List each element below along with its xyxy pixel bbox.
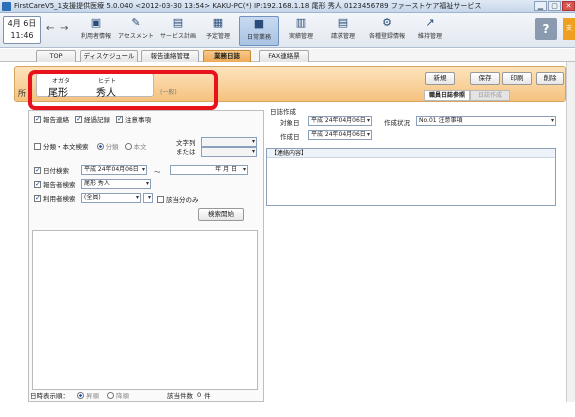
text-select-2[interactable] (201, 147, 257, 157)
back-arrow-icon[interactable]: ← (46, 23, 54, 34)
date-search-checkbox[interactable] (34, 166, 41, 174)
footer-bar: 日時表示順： 昇順 降順 該当件数 0 件 (30, 390, 264, 400)
toolbar-billing[interactable]: ▤ 請求管理 (323, 16, 363, 40)
radio-desc[interactable] (107, 391, 114, 399)
help-button[interactable]: ? (535, 18, 557, 40)
contact-content-header: 【連絡内容】 (267, 149, 555, 158)
date-to-select[interactable]: 年 月 日 (170, 165, 248, 175)
window-title: FirstCareV5_1支援提供医療 5.0.040 <2012-03-30 … (14, 2, 482, 10)
tab-staff-diary-ref[interactable]: 職員日誌参照 (424, 90, 470, 101)
save-button[interactable]: 保存 (470, 72, 500, 85)
clock-display: 4月 6日 11:46 (3, 16, 41, 44)
created-date-label: 作成日 (280, 133, 300, 141)
daily-work-icon: ■ (253, 17, 265, 30)
radio-split[interactable] (96, 142, 104, 150)
pencil-icon: ✎ (131, 16, 141, 29)
minimize-button[interactable]: ▁ (534, 1, 547, 11)
clock-date: 4月 6日 (7, 19, 37, 28)
target-date-select[interactable]: 平成 24年04月06日 (308, 116, 372, 126)
toolbar-registration[interactable]: ⚙ 各種登録情報 (367, 16, 407, 40)
app-icon (2, 1, 11, 11)
tab-bar: TOP ディスケジュール 報告連絡管理 業務日誌 FAX連絡票 (0, 49, 575, 62)
tab-fax[interactable]: FAX連絡票 (259, 50, 309, 62)
side-corner-tab[interactable]: 支 (563, 18, 575, 40)
print-button[interactable]: 印刷 (502, 72, 532, 85)
report-label: 報告連絡 (43, 116, 69, 124)
contact-content-area[interactable]: 【連絡内容】 (266, 148, 556, 206)
reporter-checkbox[interactable] (34, 180, 41, 188)
tab-schedule[interactable]: ディスケジュール (80, 50, 138, 62)
toolbar-service-plan[interactable]: ▤ サービス計画 (158, 16, 198, 40)
tab-report-contact[interactable]: 報告連絡管理 (141, 50, 199, 62)
plan-icon: ▤ (172, 16, 184, 29)
right-edge-panel (566, 62, 575, 402)
highlight-box (28, 70, 218, 110)
forward-arrow-icon[interactable]: → (60, 23, 68, 34)
only-applicable-checkbox[interactable] (157, 195, 164, 203)
user-search-checkbox[interactable] (34, 194, 41, 202)
note-label: 注意事項 (125, 116, 151, 124)
split-label: 分類 (105, 143, 119, 151)
desc-label: 降順 (116, 392, 129, 400)
reporter-select[interactable]: 尾形 秀人 (81, 179, 151, 189)
toolbar-results[interactable]: ▥ 実績管理 (281, 16, 321, 40)
main-toolbar: 4月 6日 11:46 ← → ▣ 利用者情報 ✎ アセスメント ▤ サービス計画 ▦… (0, 13, 575, 48)
asc-label: 昇順 (86, 392, 99, 400)
tab-top[interactable]: TOP (36, 50, 76, 62)
title-bar: FirstCareV5_1支援提供医療 5.0.040 <2012-03-30 … (0, 0, 575, 13)
text-select-1[interactable] (201, 137, 257, 147)
schedule-icon: ▦ (212, 16, 224, 29)
tab-work-diary[interactable]: 業務日誌 (203, 50, 251, 62)
radio-asc[interactable] (77, 391, 84, 399)
report-checkbox[interactable] (34, 115, 41, 123)
billing-icon: ▤ (337, 16, 349, 29)
body-label: 本文 (133, 143, 147, 151)
split-search-label: 分類・本文検索 (43, 143, 89, 151)
or-label: または (176, 148, 196, 156)
count-value: 0 (197, 391, 202, 399)
toolbar-maintenance[interactable]: ↗ 維持管理 (410, 16, 450, 40)
results-icon: ▥ (295, 16, 307, 29)
diary-section-title: 日誌作成 (270, 108, 296, 116)
date-from-select[interactable]: 平成 24年04月06日 (81, 165, 147, 175)
target-date-label: 対象日 (280, 119, 300, 127)
clock-time: 11:46 (10, 31, 34, 40)
reporter-label: 報告者検索 (43, 181, 76, 189)
maintenance-icon: ↗ (425, 16, 435, 29)
delete-button[interactable]: 削除 (536, 72, 564, 85)
tab-diary-create[interactable]: 日誌作成 (470, 90, 510, 101)
close-button[interactable]: ✕ (562, 1, 575, 11)
count-unit: 件 (204, 392, 211, 400)
date-search-label: 日付検索 (43, 167, 69, 175)
user-select[interactable]: (全員) (81, 193, 141, 203)
status-label: 作成状況 (384, 119, 410, 127)
gear-icon: ⚙ (382, 16, 392, 29)
record-label: 経過記録 (84, 116, 110, 124)
toolbar-user-info[interactable]: ▣ 利用者情報 (76, 16, 116, 40)
search-start-button[interactable]: 検索開始 (198, 208, 244, 221)
only-applicable-label: 該当分のみ (166, 196, 199, 204)
maximize-button[interactable]: ▢ (548, 1, 561, 11)
created-date-select[interactable]: 平成 24年04月06日 (308, 130, 372, 140)
toolbar-daily-work[interactable]: ■ 日常業務 (239, 16, 279, 46)
count-label: 該当件数 (167, 392, 193, 400)
toolbar-assessment[interactable]: ✎ アセスメント (116, 16, 156, 40)
order-label: 日時表示順： (30, 392, 69, 400)
header-prefix: 所 (18, 89, 26, 98)
user-info-icon: ▣ (90, 16, 102, 29)
user-select-extra[interactable] (143, 193, 153, 203)
record-checkbox[interactable] (75, 115, 82, 123)
radio-body[interactable] (124, 142, 132, 150)
results-list[interactable] (32, 230, 258, 390)
tilde-label: 〜 (154, 168, 161, 176)
toolbar-schedule[interactable]: ▦ 予定管理 (198, 16, 238, 40)
new-button[interactable]: 新規 (425, 72, 455, 85)
status-select[interactable]: No.01 注意事項 (416, 116, 556, 126)
note-checkbox[interactable] (116, 115, 123, 123)
user-search-label: 利用者検索 (43, 195, 76, 203)
split-search-checkbox[interactable] (34, 142, 41, 150)
